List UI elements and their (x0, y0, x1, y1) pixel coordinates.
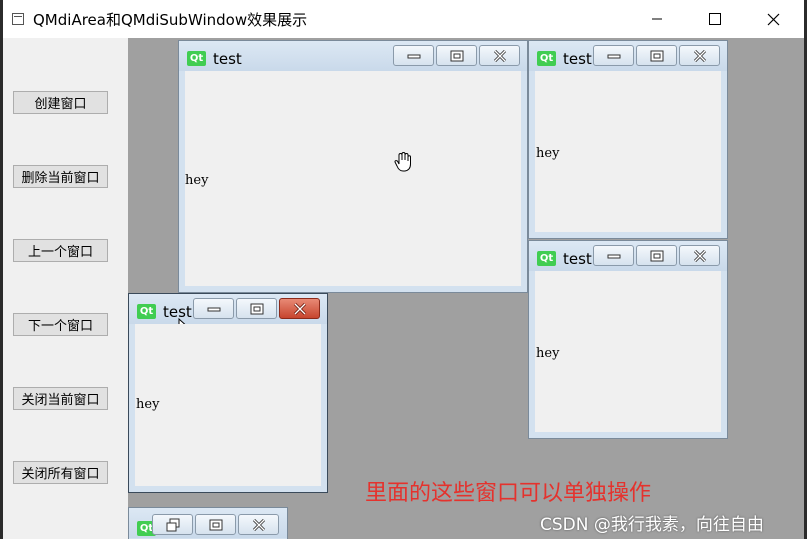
annotation-text: 里面的这些窗口可以单独操作 (365, 481, 652, 506)
subwindow-content: hey (135, 324, 321, 486)
subwindow-titlebar[interactable]: Qt (129, 508, 287, 538)
subwindow-titlebar[interactable]: Qt test (529, 41, 727, 71)
subwindow-title: test (213, 50, 242, 68)
subwindow-content: hey (185, 71, 521, 286)
sidebar: 创建窗口 删除当前窗口 上一个窗口 下一个窗口 关闭当前窗口 关闭所有窗口 (3, 38, 127, 539)
window-title: QMdiArea和QMdiSubWindow效果展示 (33, 11, 308, 29)
subwindow-titlebar[interactable]: Qt test (129, 294, 327, 338)
subwindow-maximize-button[interactable] (636, 245, 677, 266)
restore-icon (166, 518, 179, 531)
subwindow-controls (193, 298, 322, 319)
subwindow-maximize-button[interactable] (636, 45, 677, 66)
previous-window-button[interactable]: 上一个窗口 (13, 239, 108, 262)
subwindow-text: hey (536, 146, 560, 161)
minimize-icon (607, 54, 620, 58)
subwindow-text: hey (185, 173, 209, 188)
subwindow-text: hey (136, 397, 160, 412)
subwindow-minimize-button[interactable] (593, 45, 634, 66)
subwindow-controls (393, 45, 522, 66)
qt-logo-icon: Qt (137, 304, 156, 319)
maximize-icon (709, 13, 721, 25)
subwindow-minimize-button[interactable] (193, 298, 234, 319)
maximize-icon (209, 519, 222, 530)
subwindow-minimize-button[interactable] (393, 45, 434, 66)
close-icon (767, 13, 779, 25)
subwindow-close-button[interactable] (679, 245, 720, 266)
close-icon (493, 49, 506, 62)
subwindow-active[interactable]: Qt test hey (128, 293, 328, 493)
close-icon (293, 302, 306, 315)
maximize-icon (250, 303, 263, 314)
subwindow-close-button[interactable] (679, 45, 720, 66)
subwindow-restore-button[interactable] (152, 514, 193, 535)
maximize-icon (450, 50, 463, 61)
mdi-area[interactable]: Qt test hey Qt test hey Qt test hey Qt t… (128, 38, 804, 539)
subwindow-controls (593, 45, 722, 66)
subwindow-close-button[interactable] (279, 298, 320, 319)
minimize-icon (407, 54, 420, 58)
minimize-icon (652, 18, 662, 20)
maximize-button[interactable] (686, 0, 744, 38)
subwindow-content: hey (535, 71, 721, 232)
qt-logo-icon: Qt (537, 251, 556, 266)
qt-logo-icon: Qt (187, 51, 206, 66)
watermark: CSDN @我行我素，向往自由 (540, 515, 764, 535)
maximize-icon (650, 50, 663, 61)
close-all-windows-button[interactable]: 关闭所有窗口 (13, 461, 108, 484)
subwindow[interactable]: Qt test hey (178, 40, 528, 293)
minimize-icon (607, 254, 620, 258)
subwindow-maximize-button[interactable] (236, 298, 277, 319)
subwindow[interactable]: Qt test hey (528, 240, 728, 439)
subwindow-title: test (563, 50, 592, 68)
subwindow-minimized[interactable]: Qt (128, 507, 288, 539)
close-icon (252, 518, 265, 531)
main-window: QMdiArea和QMdiSubWindow效果展示 创建窗口 删除当前窗口 上… (3, 0, 804, 539)
close-icon (693, 49, 706, 62)
subwindow-content: hey (535, 271, 721, 432)
subwindow-text: hey (536, 346, 560, 361)
minimize-button[interactable] (628, 0, 686, 38)
create-window-button[interactable]: 创建窗口 (13, 91, 108, 114)
subwindow-title: test (563, 250, 592, 268)
subwindow-titlebar[interactable]: Qt test (529, 241, 727, 271)
subwindow[interactable]: Qt test hey (528, 40, 728, 239)
minimize-icon (207, 307, 220, 311)
hand-cursor-icon (394, 151, 411, 172)
subwindow-controls (593, 245, 722, 266)
subwindow-close-button[interactable] (479, 45, 520, 66)
close-current-window-button[interactable]: 关闭当前窗口 (13, 387, 108, 410)
subwindow-titlebar[interactable]: Qt test (179, 41, 527, 71)
subwindow-maximize-button[interactable] (195, 514, 236, 535)
subwindow-close-button[interactable] (238, 514, 279, 535)
subwindow-maximize-button[interactable] (436, 45, 477, 66)
title-bar[interactable]: QMdiArea和QMdiSubWindow效果展示 (3, 0, 804, 38)
next-window-button[interactable]: 下一个窗口 (13, 313, 108, 336)
subwindow-controls (152, 514, 281, 535)
close-button[interactable] (744, 0, 802, 38)
app-icon (12, 13, 24, 25)
close-icon (693, 249, 706, 262)
qt-logo-icon: Qt (537, 51, 556, 66)
delete-current-window-button[interactable]: 删除当前窗口 (13, 165, 108, 188)
subwindow-minimize-button[interactable] (593, 245, 634, 266)
maximize-icon (650, 250, 663, 261)
